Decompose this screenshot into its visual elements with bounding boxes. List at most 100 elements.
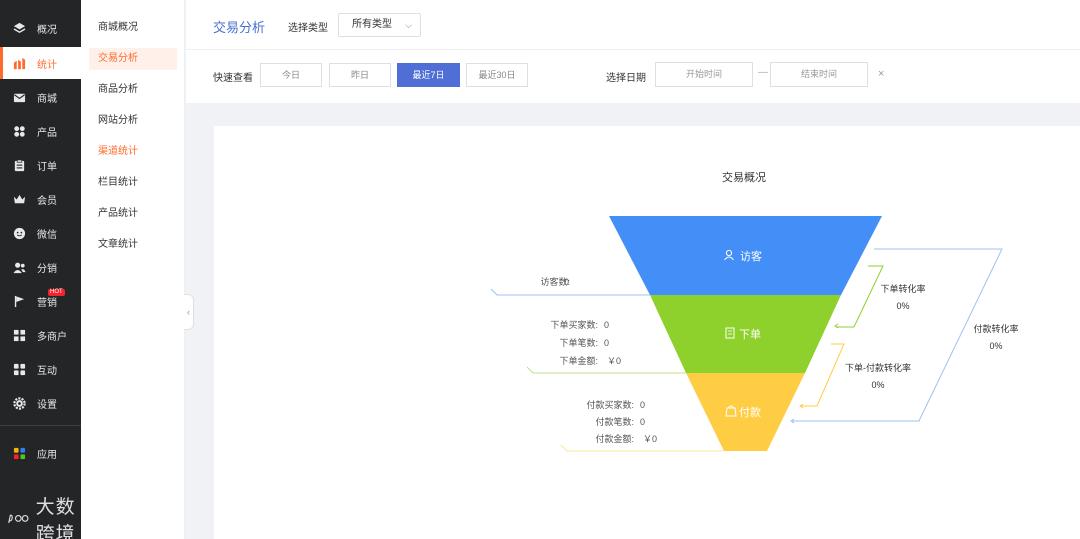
transaction-overview-card: 交易概况 访客 下单 付款 访客数: 0 下单买家数: 0 下单笔数: 0 下单… xyxy=(214,126,1080,539)
sidebar-item-label: 设置 xyxy=(37,399,57,411)
submenu-item-mall-overview[interactable]: 商城概况 xyxy=(89,17,177,39)
wechat-icon xyxy=(13,227,26,240)
payment-count-label: 付款笔数: xyxy=(595,416,634,427)
submenu-item-channel-stats[interactable]: 渠道统计 xyxy=(89,141,177,163)
payment-count-value: 0 xyxy=(640,417,645,427)
order-conversion-arrow xyxy=(834,323,839,329)
sidebar-item-label: 微信 xyxy=(37,229,57,241)
end-date-input[interactable]: 结束时间 xyxy=(770,62,868,87)
last-30-days-button[interactable]: 最近30日 xyxy=(466,63,528,87)
type-label: 选择类型 xyxy=(288,23,328,34)
chart-icon xyxy=(13,57,26,70)
sidebar-item-label: 商城 xyxy=(37,93,57,105)
sidebar-item-overview[interactable]: 概况 xyxy=(0,12,81,44)
sidebar-item-label: 应用 xyxy=(37,449,57,461)
payment-amount-label: 付款金额: xyxy=(595,433,634,444)
sidebar-item-label: 订单 xyxy=(37,161,57,173)
sidebar-item-marketing[interactable]: 营销 HOT xyxy=(0,285,81,317)
today-button[interactable]: 今日 xyxy=(260,63,322,87)
page-title: 交易分析 xyxy=(213,20,266,35)
sidebar-item-products[interactable]: 产品 xyxy=(0,115,81,147)
order-buyers-label: 下单买家数: xyxy=(550,319,598,330)
submenu-item-column-stats[interactable]: 栏目统计 xyxy=(89,172,177,194)
chevron-left-icon: ‹ xyxy=(187,307,190,317)
payment-amount-value: ￥0 xyxy=(643,434,657,444)
order-count-value: 0 xyxy=(604,338,609,348)
sidebar-item-statistics[interactable]: 统计 xyxy=(0,47,81,79)
funnel-chart: 交易概况 访客 下单 付款 访客数: 0 下单买家数: 0 下单笔数: 0 下单… xyxy=(490,170,1019,452)
payment-stat-line xyxy=(560,444,724,452)
type-select-value: 所有类型 xyxy=(352,19,392,30)
gear-icon xyxy=(13,396,26,410)
sidebar-item-settings[interactable]: 设置 xyxy=(0,387,81,419)
flag-icon xyxy=(13,295,26,308)
watermark-text: 大数跨境 xyxy=(35,496,76,539)
grid-icon xyxy=(13,125,26,138)
watermark-logo: 大数跨境 xyxy=(7,496,81,539)
main-sidebar: 概况 统计 商城 产品 订单 会员 微信 分销 营销 HOT 多商户 互动 设置… xyxy=(0,0,81,539)
visitor-stat-line xyxy=(490,288,650,296)
submenu-item-transaction-analysis[interactable]: 交易分析 xyxy=(89,48,177,70)
sidebar-item-interaction[interactable]: 互动 xyxy=(0,353,81,385)
submenu-item-product-stats[interactable]: 产品统计 xyxy=(89,203,177,225)
visitor-count-value: 0 xyxy=(564,277,569,287)
order-payment-conversion-label: 下单-付款转化率 xyxy=(845,362,911,373)
order-count-label: 下单笔数: xyxy=(559,337,598,348)
crown-icon xyxy=(13,193,26,206)
submenu-item-article-stats[interactable]: 文章统计 xyxy=(89,234,177,256)
sidebar-item-orders[interactable]: 订单 xyxy=(0,149,81,181)
sidebar-item-mall[interactable]: 商城 xyxy=(0,81,81,113)
sidebar-item-label: 多商户 xyxy=(37,331,67,343)
order-payment-conversion-value: 0% xyxy=(871,380,884,390)
sidebar-item-label: 会员 xyxy=(37,195,57,207)
submenu-item-product-analysis[interactable]: 商品分析 xyxy=(89,79,177,101)
sidebar-item-label: 概况 xyxy=(37,24,57,36)
sidebar-item-multi-merchant[interactable]: 多商户 xyxy=(0,319,81,351)
order-amount-label: 下单金额: xyxy=(559,355,598,366)
clear-date-icon[interactable]: × xyxy=(878,68,884,80)
sidebar-item-wechat[interactable]: 微信 xyxy=(0,217,81,249)
start-date-input[interactable]: 开始时间 xyxy=(655,62,753,87)
order-conversion-value: 0% xyxy=(896,301,909,311)
quick-view-label: 快速查看 xyxy=(213,73,253,84)
type-select[interactable]: 所有类型 ⌵ xyxy=(338,13,421,37)
payment-conversion-label: 付款转化率 xyxy=(973,323,1018,334)
header-divider xyxy=(186,49,1080,50)
sidebar-item-label: 统计 xyxy=(37,59,57,71)
layers-icon xyxy=(13,22,26,35)
submenu-item-site-analysis[interactable]: 网站分析 xyxy=(89,110,177,132)
funnel-label-payment: 付款 xyxy=(739,405,761,419)
order-stat-line xyxy=(526,366,686,374)
sidebar-item-label: 分销 xyxy=(37,263,57,275)
date-label: 选择日期 xyxy=(606,73,646,84)
sidebar-divider xyxy=(0,425,81,426)
sidebar-item-label: 产品 xyxy=(37,127,57,139)
date-range-separator: — xyxy=(758,67,768,78)
yesterday-button[interactable]: 昨日 xyxy=(329,63,391,87)
collapse-submenu-toggle[interactable]: ‹ xyxy=(184,294,194,330)
funnel-label-order: 下单 xyxy=(739,328,761,341)
sidebar-item-apps[interactable]: 应用 xyxy=(0,437,81,469)
funnel-label-visitor: 访客 xyxy=(740,249,762,263)
watermark-mark-icon xyxy=(8,514,29,524)
chart-title: 交易概况 xyxy=(722,170,766,184)
sidebar-item-members[interactable]: 会员 xyxy=(0,183,81,215)
order-buyers-value: 0 xyxy=(604,320,609,330)
apps-icon xyxy=(13,363,26,376)
filter-header: 交易分析 选择类型 所有类型 ⌵ 快速查看 今日 昨日 最近7日 最近30日 选… xyxy=(186,0,1080,103)
payment-buyers-value: 0 xyxy=(640,400,645,410)
chevron-down-icon: ⌵ xyxy=(405,20,412,30)
sidebar-item-label: 互动 xyxy=(37,365,57,377)
order-amount-value: ￥0 xyxy=(607,356,621,366)
payment-buyers-label: 付款买家数: xyxy=(586,399,634,410)
clipboard-icon xyxy=(13,159,26,172)
mail-icon xyxy=(13,91,26,104)
order-conversion-label: 下单转化率 xyxy=(880,283,925,294)
stats-submenu: 商城概况 交易分析 商品分析 网站分析 渠道统计 栏目统计 产品统计 文章统计 xyxy=(81,0,185,539)
sidebar-item-distribution[interactable]: 分销 xyxy=(0,251,81,283)
last-7-days-button[interactable]: 最近7日 xyxy=(397,63,460,87)
payment-conversion-value: 0% xyxy=(989,341,1002,351)
store-icon xyxy=(13,329,26,342)
hot-badge: HOT xyxy=(48,289,65,296)
app-grid-icon xyxy=(13,447,26,460)
